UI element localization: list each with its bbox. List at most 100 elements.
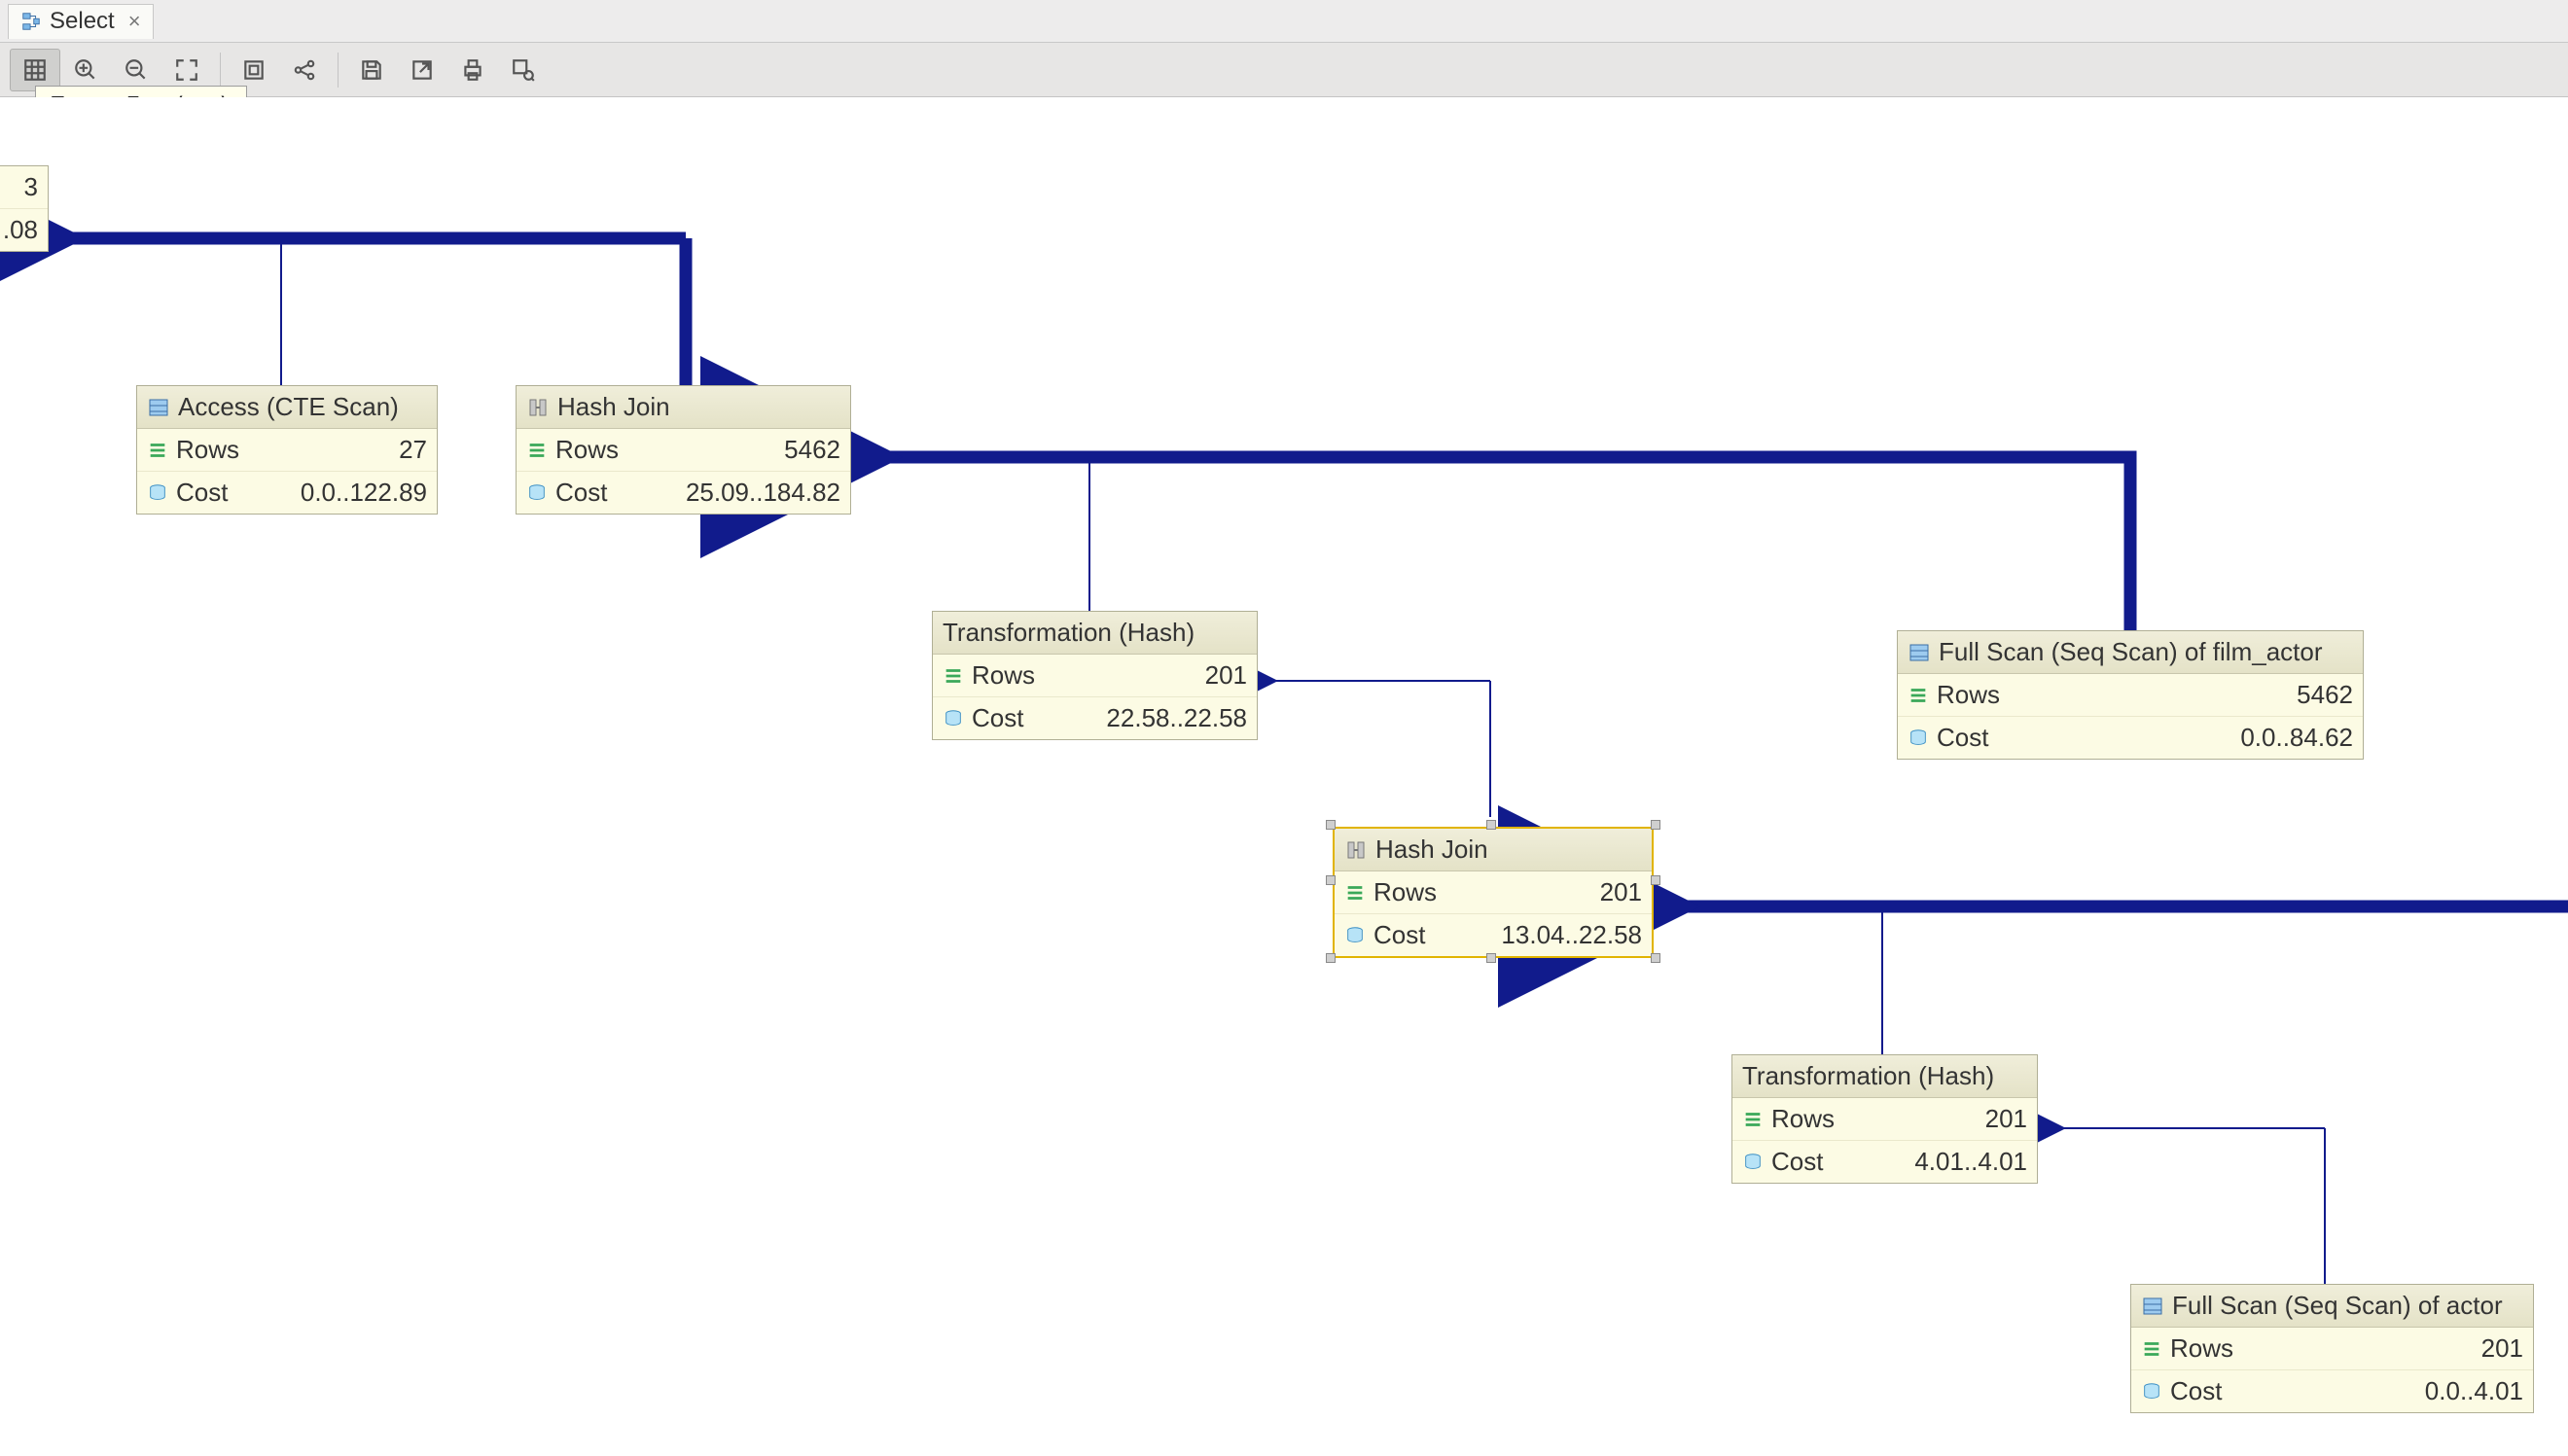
cost-icon: [147, 482, 168, 504]
cost-value: .08: [3, 215, 38, 245]
node-header: Full Scan (Seq Scan) of film_actor: [1898, 631, 2363, 674]
zoom-in-icon: [73, 57, 98, 83]
export-icon: [410, 57, 435, 83]
rows-value: 27: [399, 435, 427, 465]
rows-value: 5462: [784, 435, 840, 465]
rows-label: Rows: [1771, 1104, 1835, 1134]
selection-handle[interactable]: [1651, 953, 1660, 963]
cost-label: Cost: [1373, 920, 1425, 950]
zoom-in-button[interactable]: [60, 49, 111, 91]
zoom-out-button[interactable]: [111, 49, 161, 91]
rows-label: Rows: [2170, 1333, 2233, 1364]
fit-page-icon: [241, 57, 267, 83]
cost-icon: [526, 482, 548, 504]
plan-node-access-cte[interactable]: Access (CTE Scan) Rows 27 Cost 0.0..122.…: [136, 385, 438, 515]
share-button[interactable]: [279, 49, 330, 91]
table-scan-icon: [1908, 641, 1931, 664]
node-rows-row: Rows 201: [1732, 1098, 2037, 1140]
selection-handle[interactable]: [1651, 875, 1660, 885]
node-cost-row: Cost 0.0..4.01: [2131, 1369, 2533, 1412]
close-icon[interactable]: ×: [128, 9, 141, 34]
node-cost-row: Cost 0.0..122.89: [137, 471, 437, 514]
rows-value: 201: [2481, 1333, 2523, 1364]
cost-value: 0.0..84.62: [2240, 723, 2353, 753]
node-cost-row: Cost 13.04..22.58: [1335, 913, 1652, 956]
cost-label: Cost: [972, 703, 1023, 733]
node-header: Full Scan (Seq Scan) of actor: [2131, 1285, 2533, 1328]
cost-value: 25.09..184.82: [686, 478, 840, 508]
cost-value: 13.04..22.58: [1501, 920, 1642, 950]
selection-handle[interactable]: [1651, 820, 1660, 830]
cost-label: Cost: [1771, 1147, 1823, 1177]
rows-icon: [1908, 685, 1929, 706]
cost-icon: [1742, 1152, 1764, 1173]
export-button[interactable]: [397, 49, 447, 91]
hash-join-icon: [526, 396, 550, 419]
plan-node-seq-scan-actor[interactable]: Full Scan (Seq Scan) of actor Rows 201 C…: [2130, 1284, 2534, 1413]
cost-value: 4.01..4.01: [1914, 1147, 2027, 1177]
edge-layer: [0, 97, 2568, 1456]
inspect-icon: [511, 57, 536, 83]
save-icon: [359, 57, 384, 83]
zoom-fit-icon: [174, 57, 199, 83]
cost-label: Cost: [555, 478, 607, 508]
rows-label: Rows: [972, 660, 1035, 691]
print-button[interactable]: [447, 49, 498, 91]
cost-value: 0.0..4.01: [2425, 1376, 2523, 1406]
node-rows-row: 3: [0, 166, 48, 208]
plan-node-hash-join-1[interactable]: Hash Join Rows 5462 Cost 25.09..184.82: [516, 385, 851, 515]
toolbar: [0, 43, 2568, 97]
cost-icon: [1908, 728, 1929, 749]
plan-node-transformation-1[interactable]: Transformation (Hash) Rows 201 Cost 22.5…: [932, 611, 1258, 740]
rows-icon: [147, 440, 168, 461]
cost-icon: [2141, 1381, 2162, 1403]
selection-handle[interactable]: [1486, 953, 1496, 963]
rows-value: 5462: [2297, 680, 2353, 710]
node-title: Transformation (Hash): [1742, 1061, 1994, 1091]
rows-icon: [2141, 1338, 2162, 1360]
zoom-out-icon: [124, 57, 149, 83]
selection-handle[interactable]: [1326, 875, 1336, 885]
node-title: Hash Join: [1375, 835, 1488, 865]
rows-value: 201: [1985, 1104, 2027, 1134]
cost-value: 0.0..122.89: [301, 478, 427, 508]
node-rows-row: Rows 201: [1335, 871, 1652, 913]
inspect-button[interactable]: [498, 49, 549, 91]
save-button[interactable]: [346, 49, 397, 91]
plan-node-seq-scan-film-actor[interactable]: Full Scan (Seq Scan) of film_actor Rows …: [1897, 630, 2364, 760]
node-rows-row: Rows 5462: [517, 429, 850, 471]
rows-value: 201: [1600, 877, 1642, 907]
node-rows-row: Rows 201: [933, 655, 1257, 696]
node-header: Transformation (Hash): [933, 612, 1257, 655]
selection-handle[interactable]: [1326, 820, 1336, 830]
node-header: Access (CTE Scan): [137, 386, 437, 429]
tab-bar: Select ×: [0, 0, 2568, 43]
rows-label: Rows: [1373, 877, 1437, 907]
query-plan-icon: [20, 11, 42, 32]
node-title: Full Scan (Seq Scan) of film_actor: [1939, 637, 2323, 667]
share-icon: [292, 57, 317, 83]
zoom-fit-button[interactable]: [161, 49, 212, 91]
plan-node-root[interactable]: 3 .08: [0, 165, 49, 252]
plan-node-hash-join-2[interactable]: Hash Join Rows 201 Cost 13.04..22.58: [1333, 827, 1654, 958]
node-header: Transformation (Hash): [1732, 1055, 2037, 1098]
selection-handle[interactable]: [1486, 820, 1496, 830]
rows-icon: [1344, 882, 1366, 904]
selection-handle[interactable]: [1326, 953, 1336, 963]
fit-page-button[interactable]: [229, 49, 279, 91]
cost-label: Cost: [176, 478, 228, 508]
node-rows-row: Rows 27: [137, 429, 437, 471]
node-rows-row: Rows 5462: [1898, 674, 2363, 716]
grid-view-button[interactable]: [10, 49, 60, 91]
node-cost-row: .08: [0, 208, 48, 251]
plan-node-transformation-2[interactable]: Transformation (Hash) Rows 201 Cost 4.01…: [1731, 1054, 2038, 1184]
node-header: Hash Join: [517, 386, 850, 429]
node-cost-row: Cost 4.01..4.01: [1732, 1140, 2037, 1183]
tab-select[interactable]: Select ×: [8, 4, 154, 39]
plan-canvas[interactable]: 3 .08 Access (CTE Scan) Rows 27 Cost 0.0…: [0, 97, 2568, 1456]
rows-icon: [526, 440, 548, 461]
node-header: Hash Join: [1335, 829, 1652, 871]
cost-value: 22.58..22.58: [1106, 703, 1247, 733]
toolbar-separator: [338, 53, 339, 88]
cost-label: Cost: [1937, 723, 1988, 753]
